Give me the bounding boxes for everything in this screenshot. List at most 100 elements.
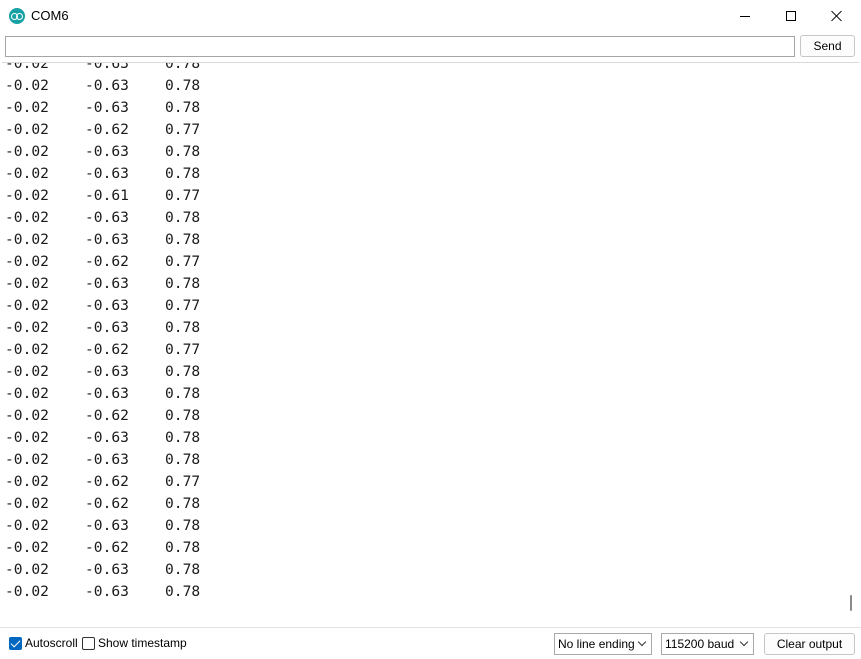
output-value: -0.62 bbox=[85, 341, 129, 358]
autoscroll-toggle[interactable]: Autoscroll bbox=[9, 636, 78, 650]
output-value: -0.63 bbox=[85, 62, 129, 72]
output-lines: -0.02 -0.63 0.78 -0.02 -0.63 0.78 -0.02 -0.63 0.… bbox=[5, 62, 835, 603]
output-line: -0.02 -0.63 0.78 bbox=[5, 383, 835, 405]
send-button[interactable]: Send bbox=[800, 35, 855, 57]
output-value: -0.02 bbox=[5, 209, 49, 226]
output-line: -0.02 -0.63 0.78 bbox=[5, 317, 835, 339]
output-line: -0.02 -0.63 0.78 bbox=[5, 449, 835, 471]
output-value: 0.78 bbox=[165, 583, 201, 600]
output-value: -0.63 bbox=[85, 297, 129, 314]
output-value: -0.02 bbox=[5, 561, 49, 578]
output-value: 0.78 bbox=[165, 407, 201, 424]
output-value: -0.63 bbox=[85, 165, 129, 182]
output-value: 0.78 bbox=[165, 99, 201, 116]
output-value: 0.78 bbox=[165, 209, 201, 226]
arduino-icon bbox=[9, 8, 25, 24]
output-value: 0.78 bbox=[165, 275, 201, 292]
output-value: 0.78 bbox=[165, 62, 201, 72]
serial-output[interactable]: -0.02 -0.63 0.78 -0.02 -0.63 0.78 -0.02 -0.63 0.… bbox=[2, 62, 859, 624]
minimize-icon bbox=[740, 15, 750, 17]
output-value: 0.77 bbox=[165, 121, 201, 138]
output-value: -0.62 bbox=[85, 121, 129, 138]
output-line: -0.02 -0.63 0.78 bbox=[5, 207, 835, 229]
output-value: -0.62 bbox=[85, 539, 129, 556]
output-value: -0.02 bbox=[5, 77, 49, 94]
output-value: -0.02 bbox=[5, 363, 49, 380]
output-value: -0.02 bbox=[5, 407, 49, 424]
output-line: -0.02 -0.63 0.78 bbox=[5, 62, 835, 75]
output-value: -0.63 bbox=[85, 363, 129, 380]
output-value: -0.63 bbox=[85, 429, 129, 446]
vertical-scrollbar[interactable] bbox=[843, 63, 859, 624]
output-value: 0.78 bbox=[165, 231, 201, 248]
chevron-down-icon bbox=[637, 637, 647, 647]
output-value: 0.77 bbox=[165, 297, 201, 314]
output-value: 0.78 bbox=[165, 429, 201, 446]
window-title: COM6 bbox=[31, 8, 69, 23]
output-value: 0.77 bbox=[165, 473, 201, 490]
output-value: -0.63 bbox=[85, 385, 129, 402]
serial-input[interactable] bbox=[5, 36, 795, 57]
title-bar: COM6 bbox=[0, 0, 861, 32]
output-value: -0.63 bbox=[85, 231, 129, 248]
status-bar: Autoscroll Show timestamp No line ending… bbox=[0, 627, 861, 659]
output-value: -0.62 bbox=[85, 473, 129, 490]
output-value: 0.78 bbox=[165, 319, 201, 336]
output-value: 0.78 bbox=[165, 77, 201, 94]
maximize-icon bbox=[786, 11, 796, 21]
output-line: -0.02 -0.63 0.78 bbox=[5, 427, 835, 449]
scroll-thumb[interactable] bbox=[850, 595, 852, 611]
output-line: -0.02 -0.63 0.78 bbox=[5, 361, 835, 383]
output-value: 0.78 bbox=[165, 363, 201, 380]
autoscroll-checkbox[interactable] bbox=[9, 636, 22, 650]
output-value: 0.77 bbox=[165, 187, 201, 204]
baud-rate-select[interactable]: 115200 baud bbox=[661, 633, 754, 655]
output-line: -0.02 -0.62 0.78 bbox=[5, 493, 835, 515]
output-value: -0.02 bbox=[5, 62, 49, 72]
output-value: 0.78 bbox=[165, 517, 201, 534]
output-value: 0.78 bbox=[165, 143, 201, 160]
output-value: -0.02 bbox=[5, 187, 49, 204]
output-line: -0.02 -0.62 0.78 bbox=[5, 405, 835, 427]
clear-output-button[interactable]: Clear output bbox=[764, 633, 855, 655]
output-line: -0.02 -0.63 0.78 bbox=[5, 581, 835, 603]
timestamp-label: Show timestamp bbox=[98, 636, 187, 650]
output-value: 0.78 bbox=[165, 165, 201, 182]
output-value: 0.78 bbox=[165, 451, 201, 468]
output-line: -0.02 -0.63 0.77 bbox=[5, 295, 835, 317]
output-value: -0.02 bbox=[5, 143, 49, 160]
line-ending-value: No line ending bbox=[558, 637, 635, 651]
chevron-down-icon bbox=[739, 637, 749, 647]
output-line: -0.02 -0.62 0.77 bbox=[5, 471, 835, 493]
output-value: -0.02 bbox=[5, 429, 49, 446]
output-line: -0.02 -0.62 0.78 bbox=[5, 537, 835, 559]
close-icon bbox=[831, 10, 843, 22]
output-value: -0.02 bbox=[5, 253, 49, 270]
output-value: -0.63 bbox=[85, 517, 129, 534]
baud-rate-value: 115200 baud bbox=[665, 637, 735, 651]
output-value: -0.02 bbox=[5, 583, 49, 600]
output-value: -0.63 bbox=[85, 77, 129, 94]
output-value: 0.78 bbox=[165, 539, 201, 556]
maximize-button[interactable] bbox=[768, 0, 814, 32]
output-value: 0.78 bbox=[165, 385, 201, 402]
output-line: -0.02 -0.63 0.78 bbox=[5, 273, 835, 295]
output-value: -0.63 bbox=[85, 561, 129, 578]
output-value: 0.78 bbox=[165, 561, 201, 578]
line-ending-select[interactable]: No line ending bbox=[554, 633, 652, 655]
output-line: -0.02 -0.63 0.78 bbox=[5, 559, 835, 581]
output-line: -0.02 -0.63 0.78 bbox=[5, 515, 835, 537]
close-button[interactable] bbox=[814, 0, 860, 32]
output-value: -0.02 bbox=[5, 231, 49, 248]
output-value: 0.78 bbox=[165, 495, 201, 512]
output-line: -0.02 -0.62 0.77 bbox=[5, 251, 835, 273]
output-value: -0.63 bbox=[85, 99, 129, 116]
minimize-button[interactable] bbox=[722, 0, 768, 32]
output-line: -0.02 -0.63 0.78 bbox=[5, 97, 835, 119]
timestamp-checkbox[interactable] bbox=[82, 636, 95, 650]
output-value: -0.02 bbox=[5, 121, 49, 138]
output-line: -0.02 -0.61 0.77 bbox=[5, 185, 835, 207]
timestamp-toggle[interactable]: Show timestamp bbox=[82, 636, 187, 650]
output-value: -0.02 bbox=[5, 495, 49, 512]
output-value: -0.02 bbox=[5, 99, 49, 116]
